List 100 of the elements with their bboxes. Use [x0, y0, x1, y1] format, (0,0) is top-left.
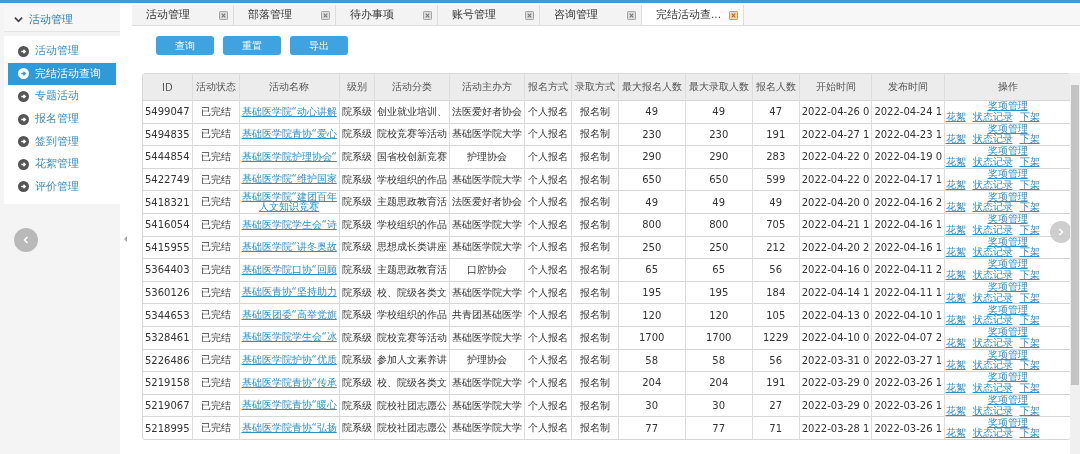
action-link[interactable]: 花絮 — [945, 179, 966, 191]
action-link[interactable]: 状态记录 — [972, 157, 1013, 168]
activity-name-link[interactable]: 基础医学院学生会“诗 — [241, 219, 337, 230]
action-button[interactable]: 查询 — [156, 36, 214, 55]
tab[interactable]: 咨询管理 — [540, 5, 642, 25]
table-cell: 283 — [752, 145, 800, 169]
activity-name-link[interactable]: 基础医学院“动心讲解 — [241, 106, 337, 118]
activity-name-link[interactable]: 基础医学院青协“爱心 — [241, 129, 337, 140]
scrollbar[interactable] — [1070, 73, 1080, 454]
sidebar-item[interactable]: 活动管理 — [8, 40, 116, 63]
close-icon[interactable] — [525, 10, 534, 20]
action-link[interactable]: 状态记录 — [972, 269, 1013, 281]
action-link[interactable]: 下架 — [1019, 360, 1040, 371]
awards-link[interactable]: 奖项管理 — [987, 101, 1028, 112]
sidebar-item[interactable]: 花絮管理 — [8, 152, 116, 176]
action-link[interactable]: 花絮 — [945, 360, 966, 371]
action-link[interactable]: 花絮 — [945, 382, 966, 394]
action-link[interactable]: 状态记录 — [972, 247, 1013, 258]
action-link[interactable]: 花絮 — [945, 224, 966, 236]
action-button[interactable]: 重置 — [223, 36, 281, 55]
action-link[interactable]: 花絮 — [945, 157, 966, 168]
activity-name-link[interactable]: 基础医学院青协“传承 — [241, 377, 337, 389]
awards-link[interactable]: 奖项管理 — [987, 169, 1028, 180]
activity-name-link[interactable]: 基础医学院“维护国家 — [241, 174, 337, 185]
action-link[interactable]: 下架 — [1019, 134, 1040, 145]
table-cell: 250 — [685, 236, 753, 259]
action-link[interactable]: 花絮 — [945, 337, 966, 349]
tab[interactable]: 部落管理 — [234, 5, 336, 25]
action-button[interactable]: 导出 — [290, 36, 348, 55]
sidebar-item[interactable]: 评价管理 — [8, 175, 116, 199]
activity-name-link[interactable]: 基础医学院青协“暖心 — [241, 400, 337, 411]
sidebar-item[interactable]: 专题活动 — [8, 85, 116, 108]
action-link[interactable]: 花絮 — [945, 134, 966, 145]
sidebar-item[interactable]: 签到管理 — [8, 130, 116, 153]
tab[interactable]: 待办事项 — [336, 5, 438, 25]
activity-name-link[interactable]: 基础医学院学生会“冰 — [241, 332, 337, 343]
tab[interactable]: 账号管理 — [438, 5, 540, 25]
action-link[interactable]: 状态记录 — [972, 337, 1013, 349]
table-cell: 27 — [752, 394, 800, 417]
tab[interactable]: 活动管理 — [132, 5, 234, 25]
action-link[interactable]: 下架 — [1019, 157, 1040, 168]
action-link[interactable]: 下架 — [1019, 428, 1040, 439]
table-cell: 705 — [752, 213, 800, 237]
collapse-handle-icon[interactable] — [124, 235, 128, 242]
awards-link[interactable]: 奖项管理 — [987, 214, 1028, 225]
action-link[interactable]: 下架 — [1019, 202, 1040, 213]
activity-name-link[interactable]: 基础医学院护理协会“ — [241, 151, 337, 163]
action-link[interactable]: 花絮 — [945, 269, 966, 281]
action-link[interactable]: 花絮 — [945, 111, 966, 123]
activity-name-link[interactable]: 基础医学院口协“回顾 — [241, 264, 337, 276]
activity-name-link[interactable]: 基础医学院“建团百年 人文知识竞赛 — [241, 191, 337, 213]
action-link[interactable]: 下架 — [1019, 292, 1040, 304]
action-link[interactable]: 花絮 — [945, 315, 966, 326]
awards-link[interactable]: 奖项管理 — [987, 259, 1028, 270]
activity-name-link[interactable]: 基础医青协“坚持助力 — [241, 287, 337, 298]
activity-name-link[interactable]: 基础医学院青协“弘扬 — [241, 423, 337, 434]
action-link[interactable]: 状态记录 — [972, 315, 1013, 326]
action-link[interactable]: 下架 — [1019, 337, 1040, 349]
awards-link[interactable]: 奖项管理 — [987, 123, 1028, 135]
action-link[interactable]: 状态记录 — [972, 179, 1013, 191]
action-link[interactable]: 花絮 — [945, 405, 966, 416]
close-icon[interactable] — [321, 10, 330, 20]
activity-name-link[interactable]: 基础医学院“讲冬奥故 — [241, 242, 337, 253]
action-link[interactable]: 下架 — [1019, 405, 1040, 416]
action-link[interactable]: 花絮 — [945, 202, 966, 213]
awards-link[interactable]: 奖项管理 — [987, 372, 1028, 383]
action-link[interactable]: 下架 — [1019, 247, 1040, 258]
action-link[interactable]: 下架 — [1019, 315, 1040, 326]
awards-link[interactable]: 奖项管理 — [987, 395, 1028, 406]
action-link[interactable]: 状态记录 — [972, 360, 1013, 371]
awards-link[interactable]: 奖项管理 — [987, 327, 1028, 338]
action-link[interactable]: 下架 — [1019, 224, 1040, 236]
action-link[interactable]: 花絮 — [945, 428, 966, 439]
action-link[interactable]: 下架 — [1019, 269, 1040, 281]
action-link[interactable]: 状态记录 — [972, 224, 1013, 236]
action-link[interactable]: 下架 — [1019, 179, 1040, 191]
sidebar-item[interactable]: 报名管理 — [8, 107, 116, 131]
action-link[interactable]: 状态记录 — [972, 202, 1013, 213]
activity-name-link[interactable]: 基础医学院护协“优质 — [241, 355, 337, 366]
action-link[interactable]: 状态记录 — [972, 292, 1013, 304]
close-icon[interactable] — [423, 10, 432, 20]
close-icon[interactable] — [729, 10, 738, 20]
close-icon[interactable] — [219, 10, 228, 20]
table-cell: 5418321 — [143, 190, 193, 214]
action-link[interactable]: 状态记录 — [972, 382, 1013, 394]
activity-name-link[interactable]: 基础医团委“高举党旗 — [241, 309, 337, 321]
action-link[interactable]: 状态记录 — [972, 405, 1013, 416]
action-link[interactable]: 下架 — [1019, 382, 1040, 394]
table-cell: 2022-04-14 1 — [799, 281, 872, 304]
action-link[interactable]: 状态记录 — [972, 428, 1013, 439]
action-link[interactable]: 状态记录 — [972, 134, 1013, 145]
action-link[interactable]: 状态记录 — [972, 111, 1013, 123]
awards-link[interactable]: 奖项管理 — [987, 146, 1028, 157]
action-link[interactable]: 花絮 — [945, 247, 966, 258]
action-link[interactable]: 下架 — [1019, 111, 1040, 123]
action-link[interactable]: 花絮 — [945, 292, 966, 304]
close-icon[interactable] — [627, 10, 636, 20]
awards-link[interactable]: 奖项管理 — [987, 282, 1028, 293]
sidebar-item[interactable]: 完结活动查询 — [8, 62, 116, 86]
tab[interactable]: 完结活动查... — [642, 5, 744, 25]
